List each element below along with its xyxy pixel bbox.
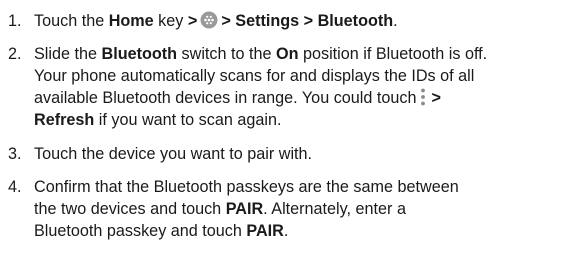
step-4-line-3: Bluetooth passkey and touch PAIR.	[34, 222, 289, 240]
step-1: 1. Touch the Home key > > Settings > Blue…	[0, 10, 581, 32]
settings-path: > Settings > Bluetooth	[221, 12, 394, 30]
step-number: 2.	[8, 45, 22, 63]
refresh-label: Refresh	[34, 111, 95, 129]
home-key-label: Home	[108, 12, 154, 30]
step-4-line-1: Confirm that the Bluetooth passkeys are …	[34, 178, 459, 196]
step-number: 3.	[8, 145, 22, 163]
step-number: 4.	[8, 178, 22, 196]
pair-label: PAIR	[225, 200, 264, 218]
more-options-icon	[421, 88, 426, 106]
step-3-line-1: Touch the device you want to pair with.	[34, 145, 313, 163]
bluetooth-label: Bluetooth	[101, 45, 178, 63]
apps-icon	[200, 11, 218, 29]
step-2-line-2: Your phone automatically scans for and d…	[34, 67, 475, 85]
step-2-line-4: Refresh if you want to scan again.	[34, 111, 282, 129]
instruction-steps: 1. Touch the Home key > > Settings > Blue…	[0, 0, 581, 242]
step-2-line-1: Slide the Bluetooth switch to the On pos…	[34, 45, 488, 63]
pair-label: PAIR	[246, 222, 284, 240]
step-4-line-2: the two devices and touch PAIR. Alternat…	[34, 200, 406, 218]
step-2-line-3: available Bluetooth devices in range. Yo…	[34, 88, 441, 107]
step-2: 2. Slide the Bluetooth switch to the On …	[0, 43, 581, 131]
step-3: 3. Touch the device you want to pair wit…	[0, 143, 581, 165]
step-4: 4. Confirm that the Bluetooth passkeys a…	[0, 176, 581, 242]
step-number: 1.	[8, 12, 22, 30]
on-label: On	[276, 45, 299, 63]
step-1-line-1: Touch the Home key > > Settings > Bluetoo…	[34, 11, 398, 30]
